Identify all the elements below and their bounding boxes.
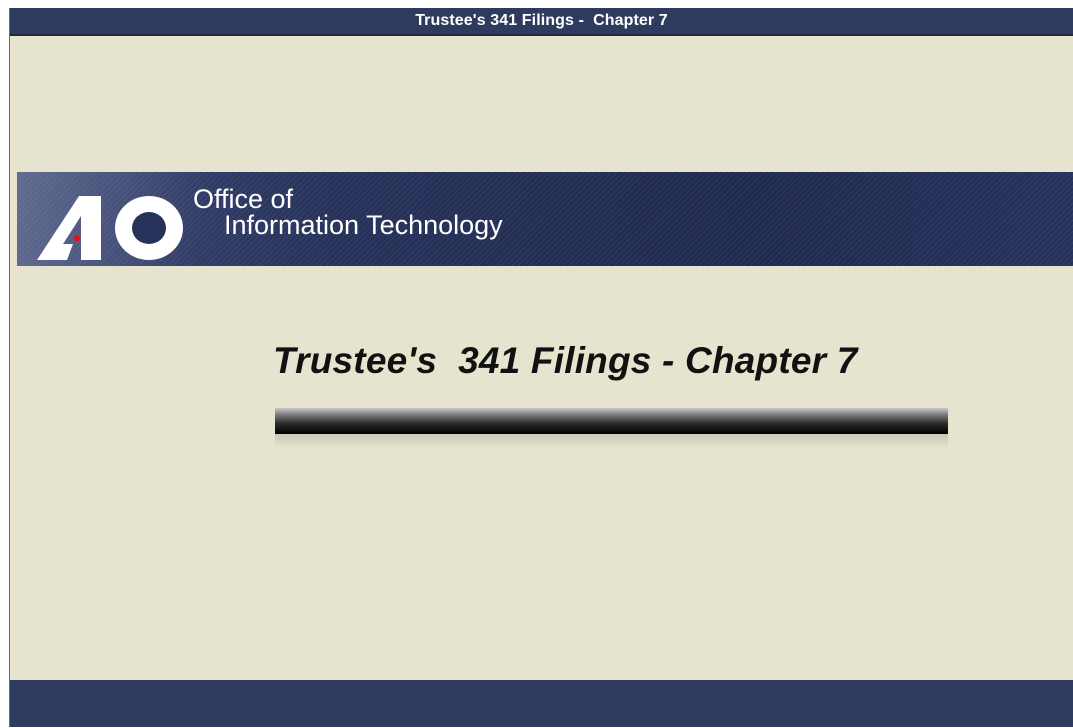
oit-banner: Office of Information Technology [17, 172, 1073, 266]
ao-logo-o-hole [132, 212, 166, 244]
title-underline-bar [275, 408, 948, 448]
ao-logo-a [37, 196, 101, 260]
underline-reflection [275, 434, 948, 448]
window-title: Trustee's 341 Filings - Chapter 7 [415, 12, 668, 29]
footer-bar [10, 680, 1073, 727]
banner-line-1: Office of [193, 184, 294, 214]
ao-logo-icon [37, 196, 183, 260]
slide-title: Trustee's 341 Filings - Chapter 7 [273, 340, 858, 381]
ao-logo-dot [73, 234, 81, 242]
banner-text: Office of Information Technology [193, 184, 503, 240]
banner-line-2: Information Technology [224, 210, 503, 240]
presentation-frame: Trustee's 341 Filings - Chapter 7 Office… [9, 8, 1073, 727]
title-bar: Trustee's 341 Filings - Chapter 7 [10, 8, 1073, 36]
